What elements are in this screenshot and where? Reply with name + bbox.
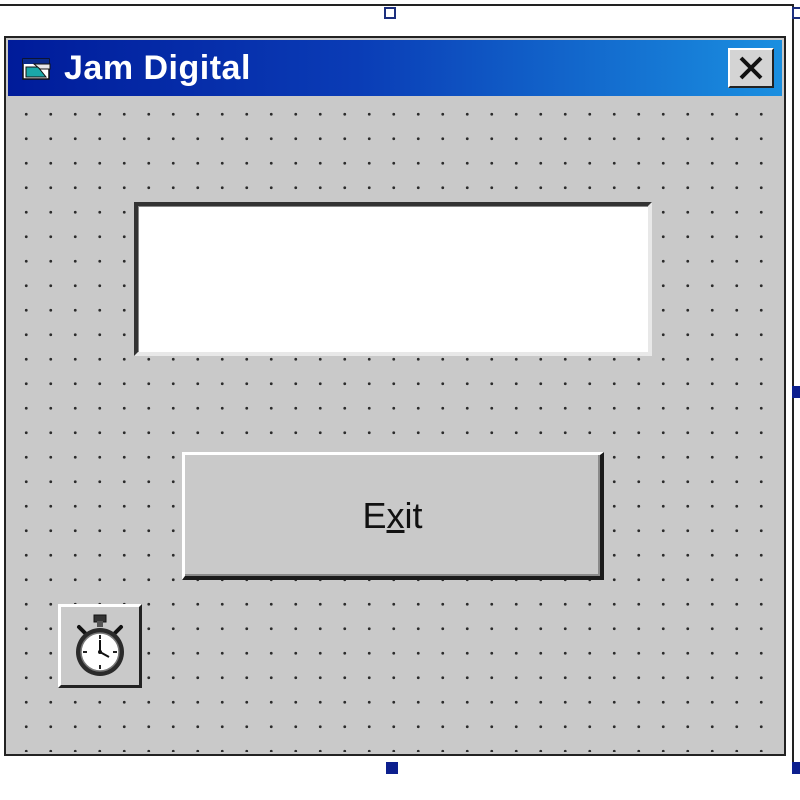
exit-button-label: Exit — [362, 494, 423, 536]
timer-control[interactable] — [58, 604, 142, 688]
resize-handle-top-right[interactable] — [792, 7, 800, 19]
resize-handle-right[interactable] — [792, 386, 800, 398]
resize-handle-bottom-right[interactable] — [792, 762, 800, 774]
title-bar[interactable]: Jam Digital — [8, 40, 782, 96]
resize-handle-bottom[interactable] — [386, 762, 398, 774]
form-icon — [20, 53, 54, 83]
close-button[interactable] — [728, 48, 774, 88]
form-window: Jam Digital Exit — [4, 36, 786, 756]
stopwatch-icon — [76, 614, 124, 676]
exit-button[interactable]: Exit — [182, 452, 604, 580]
close-icon — [739, 56, 763, 80]
resize-handle-top[interactable] — [384, 7, 396, 19]
window-title: Jam Digital — [64, 48, 251, 87]
display-textbox[interactable] — [134, 202, 652, 356]
form-client-area: Exit — [8, 96, 782, 752]
